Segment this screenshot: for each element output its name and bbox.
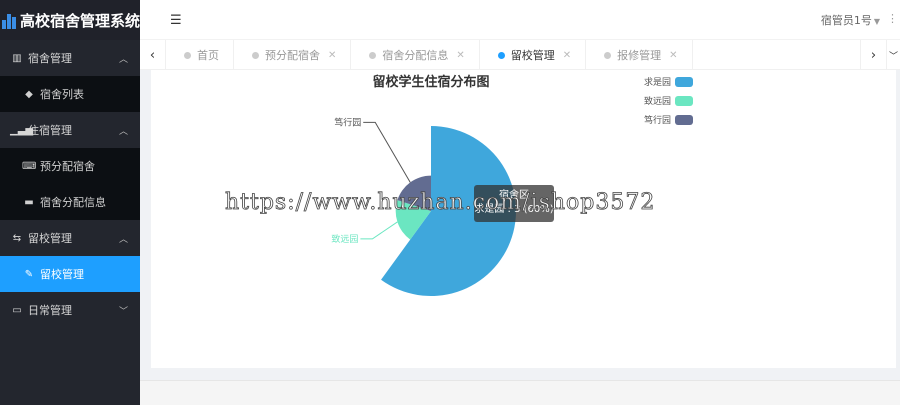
laptop-icon: ▭	[12, 304, 22, 316]
tab-label: 预分配宿舍	[265, 49, 320, 62]
app-logo[interactable]: 高校宿舍管理系统	[0, 0, 140, 40]
tab-menu-chevron-icon[interactable]: ﹀	[886, 40, 900, 70]
legend-item[interactable]: 致远园	[644, 91, 693, 110]
label-leader-line	[363, 121, 411, 183]
slice-label: 笃行园	[334, 116, 361, 128]
footer-strip	[140, 380, 900, 405]
watermark-text: https://www.huzhan.com/ishop3572	[225, 190, 656, 216]
edit-icon: ✎	[24, 268, 34, 280]
close-icon[interactable]: ✕	[563, 50, 571, 61]
sidebar-item-label: 宿舍列表	[40, 88, 84, 101]
retweet-icon: ⇆	[12, 232, 22, 244]
menu-group-stay: ⇆ 留校管理 ︿ ✎ 留校管理	[0, 220, 140, 292]
tab-dot-icon	[604, 51, 612, 59]
close-icon[interactable]: ✕	[328, 50, 336, 61]
tab-dot-icon	[184, 51, 191, 59]
tab-label: 首页	[197, 49, 219, 62]
menu-title-label: 宿舍管理	[28, 52, 72, 65]
close-icon[interactable]: ✕	[669, 50, 677, 61]
menu-daily-management[interactable]: ▭ 日常管理 ﹀	[0, 292, 140, 328]
tab-bar: ‹ 首页 预分配宿舍 ✕ 宿舍分配信息 ✕ 留校管理 ✕ 报修管理 ✕ › ﹀	[140, 40, 900, 70]
tab-label: 宿舍分配信息	[382, 49, 449, 62]
close-icon[interactable]: ✕	[456, 50, 464, 61]
tab-dot-icon	[369, 51, 377, 59]
tabs: 首页 预分配宿舍 ✕ 宿舍分配信息 ✕ 留校管理 ✕ 报修管理 ✕	[166, 40, 693, 70]
sidebar-item-stay-management[interactable]: ✎ 留校管理	[0, 256, 140, 292]
menu-dorm-management[interactable]: ▥ 宿舍管理 ︿	[0, 40, 140, 76]
menu-title-label: 住宿管理	[28, 124, 72, 137]
label-leader-line	[360, 221, 398, 240]
sidebar-item-assign-info[interactable]: ▬ 宿舍分配信息	[0, 184, 140, 220]
submenu-stay: ✎ 留校管理	[0, 256, 140, 292]
menu-stay-management[interactable]: ⇆ 留校管理 ︿	[0, 220, 140, 256]
submenu-dorm: ◆ 宿舍列表	[0, 76, 140, 112]
sidebar-item-pre-assign[interactable]: ⌨ 预分配宿舍	[0, 148, 140, 184]
menu-title-label: 日常管理	[28, 304, 72, 317]
tab-scroll-left-icon[interactable]: ‹	[140, 40, 166, 70]
bed-icon: ▬	[24, 196, 34, 208]
legend-swatch	[675, 95, 693, 106]
legend-label: 求是园	[643, 78, 671, 88]
sidebar-item-label: 预分配宿舍	[40, 160, 95, 173]
menu-group-daily: ▭ 日常管理 ﹀	[0, 292, 140, 328]
legend-label: 笃行园	[643, 116, 671, 126]
chart-legend: 求是园 致远园 笃行园	[644, 72, 693, 129]
chevron-up-icon: ︿	[118, 126, 128, 137]
menu-group-lodging: ▁▃▅ 住宿管理 ︿ ⌨ 预分配宿舍 ▬ 宿舍分配信息	[0, 112, 140, 220]
legend-swatch	[675, 114, 693, 125]
user-name: 宿管员1号	[820, 14, 872, 27]
legend-label: 致远园	[643, 97, 671, 107]
tab-assign-info[interactable]: 宿舍分配信息 ✕	[351, 40, 480, 70]
chevron-up-icon: ︿	[118, 54, 128, 65]
tab-pre-assign[interactable]: 预分配宿舍 ✕	[234, 40, 352, 70]
cube-icon: ◆	[25, 88, 33, 100]
legend-swatch	[675, 76, 693, 87]
sidebar-item-label: 留校管理	[40, 268, 84, 281]
tab-scroll-right-icon[interactable]: ›	[860, 40, 886, 70]
legend-item[interactable]: 求是园	[644, 72, 693, 91]
submenu-lodging: ⌨ 预分配宿舍 ▬ 宿舍分配信息	[0, 148, 140, 220]
chevron-up-icon: ︿	[118, 234, 128, 245]
sidebar-item-label: 宿舍分配信息	[40, 196, 106, 209]
caret-down-icon: ▼	[873, 17, 880, 26]
user-menu[interactable]: 宿管员1号 ▼	[821, 12, 880, 28]
sidebar-item-dorm-list[interactable]: ◆ 宿舍列表	[0, 76, 140, 112]
slice-label: 致远园	[331, 233, 358, 245]
chart-title: 留校学生住宿分布图	[372, 75, 490, 90]
bar-signal-icon: ▁▃▅	[10, 124, 34, 136]
app-title: 高校宿舍管理系统	[19, 11, 140, 30]
keyboard-icon: ⌨	[22, 160, 37, 172]
more-vertical-icon[interactable]: ⋮	[887, 12, 898, 25]
top-header: ☰ 宿管员1号 ▼ ⋮	[140, 0, 900, 40]
menu-toggle-icon[interactable]: ☰	[170, 13, 182, 28]
tab-label: 留校管理	[510, 49, 555, 62]
menu-lodging-management[interactable]: ▁▃▅ 住宿管理 ︿	[0, 112, 140, 148]
legend-item[interactable]: 笃行园	[644, 110, 693, 129]
menu-title-label: 留校管理	[28, 232, 72, 245]
tab-stay-management[interactable]: 留校管理 ✕	[480, 40, 587, 70]
tab-dot-icon	[252, 51, 259, 59]
tab-label: 报修管理	[617, 49, 662, 62]
building-chart-icon	[2, 11, 17, 29]
chevron-down-icon: ﹀	[118, 306, 128, 317]
building-icon: ▥	[12, 52, 22, 64]
menu-group-dorm: ▥ 宿舍管理 ︿ ◆ 宿舍列表	[0, 40, 140, 112]
tab-home[interactable]: 首页	[166, 40, 234, 70]
tab-repair[interactable]: 报修管理 ✕	[586, 40, 693, 70]
chart-panel: 致远园 笃行园 留校学生住宿分布图 求是园 致远园 笃行园 宿舍区 求是园 : 3…	[151, 70, 896, 368]
sidebar: 高校宿舍管理系统 ▥ 宿舍管理 ︿ ◆ 宿舍列表 ▁▃▅ 住宿管理 ︿ ⌨ 预分…	[0, 0, 140, 405]
tab-dot-icon	[497, 51, 505, 59]
